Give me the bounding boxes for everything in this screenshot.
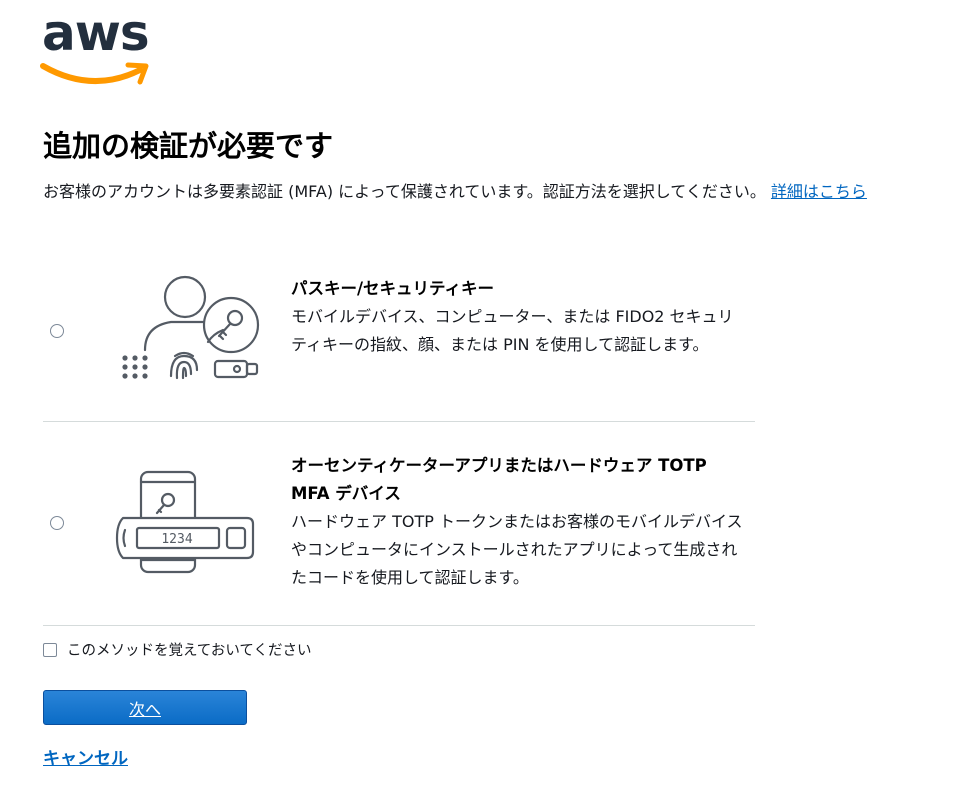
option-authenticator[interactable]: 1234 オーセンティケーターアプリまたはハードウェア TOTP MFA デバイ… [43, 422, 755, 624]
remember-method-label: このメソッドを覚えておいてください [67, 643, 312, 659]
authenticator-option-title: オーセンティケーターアプリまたはハードウェア TOTP MFA デバイス [291, 456, 707, 503]
page-title: 追加の検証が必要です [43, 129, 334, 163]
mfa-page: aws 追加の検証が必要です お客様のアカウントは多要素認証 (MFA) によっ… [0, 0, 976, 786]
authenticator-option-text: オーセンティケーターアプリまたはハードウェア TOTP MFA デバイス ハード… [291, 452, 743, 592]
learn-more-link[interactable]: 詳細はこちら [771, 182, 867, 201]
aws-logo-text: aws [42, 4, 150, 62]
passkey-option-description: モバイルデバイス、コンピューター、または FIDO2 セキュリティキーの指紋、顔… [291, 307, 734, 354]
remember-method-checkbox[interactable] [43, 643, 57, 657]
authenticator-radio[interactable] [50, 516, 64, 530]
passkey-option-title: パスキー/セキュリティキー [291, 279, 495, 298]
next-button[interactable]: 次へ [43, 690, 247, 725]
aws-logo: aws [40, 8, 152, 88]
page-description: お客様のアカウントは多要素認証 (MFA) によって保護されています。認証方法を… [43, 178, 943, 206]
authenticator-option-description: ハードウェア TOTP トークンまたはお客様のモバイルデバイスやコンピュータにイ… [291, 512, 743, 587]
option-passkey[interactable]: パスキー/セキュリティキー モバイルデバイス、コンピューター、または FIDO2… [43, 250, 755, 420]
passkey-option-text: パスキー/セキュリティキー モバイルデバイス、コンピューター、または FIDO2… [291, 275, 743, 359]
aws-smile-icon [40, 62, 149, 85]
description-text: お客様のアカウントは多要素認証 (MFA) によって保護されています。認証方法を… [43, 182, 766, 201]
authenticator-illustration-icon: 1234 [115, 470, 255, 574]
cancel-link[interactable]: キャンセル [43, 746, 128, 772]
option-divider [43, 625, 755, 626]
token-display-text: 1234 [161, 532, 192, 547]
remember-method[interactable]: このメソッドを覚えておいてください [43, 640, 311, 662]
passkey-radio[interactable] [50, 324, 64, 338]
passkey-illustration-icon [122, 275, 260, 380]
